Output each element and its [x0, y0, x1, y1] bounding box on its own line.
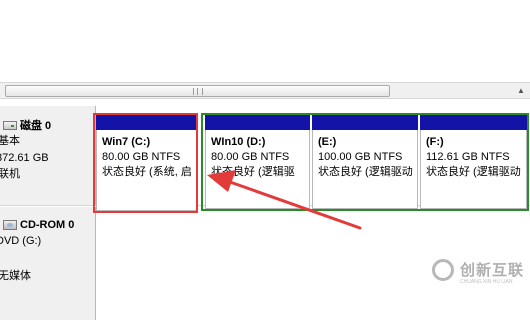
- cdrom-0-info[interactable]: CD-ROM 0 DVD (G:) 无媒体: [0, 207, 96, 320]
- brand-logo-icon: [432, 259, 454, 281]
- cdrom-0-media: 无媒体: [0, 270, 31, 282]
- cd-rom-icon: [3, 220, 17, 230]
- disk-0-status: 联机: [0, 168, 20, 180]
- disk-0-type: 基本: [0, 135, 20, 147]
- watermark-brand: 创新互联: [460, 262, 525, 279]
- extended-partition-frame: [201, 113, 529, 211]
- highlight-box: [93, 113, 198, 213]
- watermark-sub: CHUANG XIN HU LIAN: [460, 279, 513, 285]
- disk-0-info[interactable]: 磁盘 0 基本 372.61 GB 联机: [0, 106, 96, 205]
- cdrom-0-name: CD-ROM 0: [20, 219, 75, 231]
- scroll-right-arrow-icon[interactable]: ▲: [515, 85, 527, 97]
- cdrom-0-drive: DVD (G:): [0, 235, 42, 247]
- hard-disk-icon: [3, 121, 17, 130]
- horizontal-scrollbar[interactable]: ▲: [0, 82, 530, 99]
- scrollbar-grip-icon: [193, 88, 203, 95]
- disk-0-name: 磁盘 0: [20, 120, 52, 132]
- disk-0-size: 372.61 GB: [0, 152, 49, 164]
- watermark-logo: 创新互联 CHUANG XIN HU LIAN: [428, 255, 528, 295]
- scrollbar-thumb[interactable]: [5, 85, 390, 97]
